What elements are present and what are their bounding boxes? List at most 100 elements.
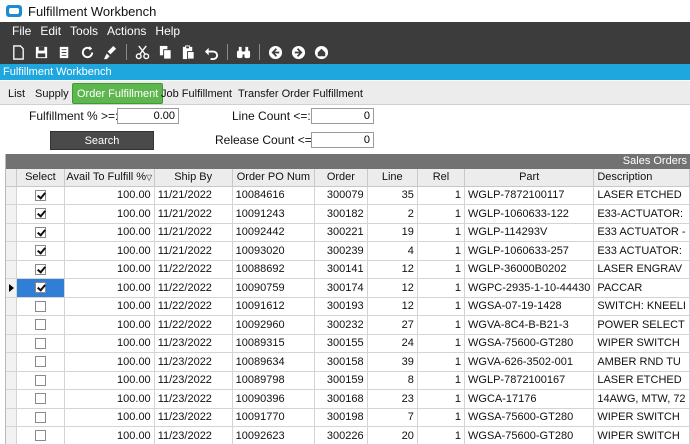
cell-ship-by[interactable]: 11/22/2022 bbox=[154, 315, 233, 335]
cell-ship-by[interactable]: 11/21/2022 bbox=[154, 223, 233, 242]
cell-order[interactable]: 300159 bbox=[314, 371, 368, 390]
tab-job-fulfillment[interactable]: Job Fulfillment bbox=[159, 84, 234, 104]
cell-ship-by[interactable]: 11/23/2022 bbox=[154, 408, 233, 427]
cell-avail[interactable]: 100.00 bbox=[64, 334, 155, 353]
col-header-description[interactable]: Description bbox=[593, 169, 690, 187]
cell-rel[interactable]: 1 bbox=[417, 186, 466, 205]
cell-order[interactable]: 300158 bbox=[314, 352, 368, 372]
select-checkbox[interactable] bbox=[34, 319, 46, 331]
select-checkbox-cell[interactable] bbox=[16, 278, 65, 298]
cell-avail[interactable]: 100.00 bbox=[64, 426, 155, 444]
menu-actions[interactable]: Actions bbox=[107, 24, 146, 38]
new-icon[interactable] bbox=[9, 43, 27, 61]
cell-ship-by[interactable]: 11/23/2022 bbox=[154, 334, 233, 353]
cell-order[interactable]: 300239 bbox=[314, 241, 368, 261]
row-indicator[interactable] bbox=[6, 260, 17, 279]
cell-order[interactable]: 300193 bbox=[314, 297, 368, 316]
search-button[interactable]: Search bbox=[50, 131, 154, 150]
search-binoculars-icon[interactable] bbox=[234, 43, 252, 61]
row-indicator[interactable] bbox=[6, 352, 17, 372]
tab-transfer-order-fulfillment[interactable]: Transfer Order Fulfillment bbox=[236, 84, 365, 104]
row-indicator[interactable] bbox=[6, 408, 17, 427]
table-row[interactable]: 100.00 11/21/2022 10084616 300079 35 1 WGLP-78… bbox=[6, 186, 690, 205]
cell-line[interactable]: 24 bbox=[367, 334, 418, 353]
tab-supply[interactable]: Supply bbox=[33, 84, 71, 104]
cell-avail[interactable]: 100.00 bbox=[64, 186, 155, 205]
cell-order[interactable]: 300155 bbox=[314, 334, 368, 353]
cell-line[interactable]: 4 bbox=[367, 241, 418, 261]
cell-rel[interactable]: 1 bbox=[417, 278, 466, 298]
cell-part[interactable]: WGLP-114293V bbox=[464, 223, 595, 242]
cell-ship-by[interactable]: 11/23/2022 bbox=[154, 352, 233, 372]
cell-order[interactable]: 300221 bbox=[314, 223, 368, 242]
col-header-part[interactable]: Part bbox=[464, 169, 595, 187]
select-checkbox[interactable] bbox=[34, 226, 46, 238]
cell-po-num[interactable]: 10090759 bbox=[232, 278, 316, 298]
cell-line[interactable]: 39 bbox=[367, 352, 418, 372]
table-row[interactable]: 100.00 11/21/2022 10091243 300182 2 1 WGLP-106… bbox=[6, 204, 690, 224]
row-indicator[interactable] bbox=[6, 389, 17, 409]
cell-description[interactable]: LASER ENGRAV bbox=[593, 260, 690, 279]
line-count-input[interactable] bbox=[311, 108, 374, 124]
cell-part[interactable]: WGSA-75600-GT280 bbox=[464, 408, 595, 427]
cell-rel[interactable]: 1 bbox=[417, 297, 466, 316]
col-header-rel[interactable]: Rel bbox=[417, 169, 466, 187]
fulfillment-percent-input[interactable] bbox=[117, 108, 179, 124]
cell-part[interactable]: WGLP-7872100167 bbox=[464, 371, 595, 390]
table-row[interactable]: 100.00 11/21/2022 10093020 300239 4 1 WGLP-106… bbox=[6, 241, 690, 261]
select-checkbox-cell[interactable] bbox=[16, 315, 65, 335]
select-checkbox-cell[interactable] bbox=[16, 352, 65, 372]
cell-part[interactable]: WGPC-2935-1-10-44430 bbox=[464, 278, 595, 298]
cell-rel[interactable]: 1 bbox=[417, 223, 466, 242]
menu-edit[interactable]: Edit bbox=[40, 24, 61, 38]
col-header-line[interactable]: Line bbox=[367, 169, 418, 187]
row-indicator[interactable] bbox=[6, 334, 17, 353]
table-row[interactable]: 100.00 11/23/2022 10092623 300226 20 1 WGSA-75… bbox=[6, 426, 690, 444]
cell-rel[interactable]: 1 bbox=[417, 334, 466, 353]
cell-line[interactable]: 35 bbox=[367, 186, 418, 205]
cell-rel[interactable]: 1 bbox=[417, 371, 466, 390]
cell-order[interactable]: 300174 bbox=[314, 278, 368, 298]
cell-avail[interactable]: 100.00 bbox=[64, 371, 155, 390]
select-checkbox[interactable] bbox=[34, 263, 46, 275]
cell-line[interactable]: 27 bbox=[367, 315, 418, 335]
row-indicator[interactable] bbox=[6, 241, 17, 261]
cell-part[interactable]: WGVA-8C4-B-B21-3 bbox=[464, 315, 595, 335]
select-checkbox-cell[interactable] bbox=[16, 241, 65, 261]
cell-po-num[interactable]: 10084616 bbox=[232, 186, 316, 205]
cell-part[interactable]: WGLP-1060633-257 bbox=[464, 241, 595, 261]
cell-ship-by[interactable]: 11/21/2022 bbox=[154, 204, 233, 224]
cell-line[interactable]: 7 bbox=[367, 408, 418, 427]
cell-ship-by[interactable]: 11/21/2022 bbox=[154, 186, 233, 205]
cell-avail[interactable]: 100.00 bbox=[64, 204, 155, 224]
cell-rel[interactable]: 1 bbox=[417, 408, 466, 427]
col-header-order-po-num[interactable]: Order PO Num bbox=[232, 169, 316, 187]
cell-order[interactable]: 300226 bbox=[314, 426, 368, 444]
save-icon[interactable] bbox=[32, 43, 50, 61]
cell-avail[interactable]: 100.00 bbox=[64, 408, 155, 427]
select-checkbox[interactable] bbox=[34, 393, 46, 405]
table-row[interactable]: 100.00 11/22/2022 10088692 300141 12 1 WGLP-36… bbox=[6, 260, 690, 279]
cell-po-num[interactable]: 10093020 bbox=[232, 241, 316, 261]
cell-avail[interactable]: 100.00 bbox=[64, 389, 155, 409]
select-checkbox[interactable] bbox=[34, 300, 46, 312]
cell-po-num[interactable]: 10089634 bbox=[232, 352, 316, 372]
cell-avail[interactable]: 100.00 bbox=[64, 241, 155, 261]
select-checkbox[interactable] bbox=[34, 189, 46, 201]
select-checkbox[interactable] bbox=[34, 245, 46, 257]
select-checkbox[interactable] bbox=[34, 282, 46, 294]
cell-line[interactable]: 19 bbox=[367, 223, 418, 242]
cell-po-num[interactable]: 10089315 bbox=[232, 334, 316, 353]
cell-po-num[interactable]: 10091770 bbox=[232, 408, 316, 427]
table-row[interactable]: 100.00 11/23/2022 10089798 300159 8 1 WGLP-787… bbox=[6, 371, 690, 390]
select-checkbox[interactable] bbox=[34, 411, 46, 423]
cell-part[interactable]: WGLP-1060633-122 bbox=[464, 204, 595, 224]
cell-ship-by[interactable]: 11/22/2022 bbox=[154, 260, 233, 279]
cell-line[interactable]: 23 bbox=[367, 389, 418, 409]
table-row[interactable]: 100.00 11/23/2022 10089315 300155 24 1 WGSA-75… bbox=[6, 334, 690, 353]
cell-description[interactable]: 14AWG, MTW, 72 bbox=[593, 389, 690, 409]
select-checkbox-cell[interactable] bbox=[16, 371, 65, 390]
table-row[interactable]: 100.00 11/22/2022 10091612 300193 12 1 WGSA-07… bbox=[6, 297, 690, 316]
row-indicator[interactable] bbox=[6, 371, 17, 390]
cell-avail[interactable]: 100.00 bbox=[64, 278, 155, 298]
